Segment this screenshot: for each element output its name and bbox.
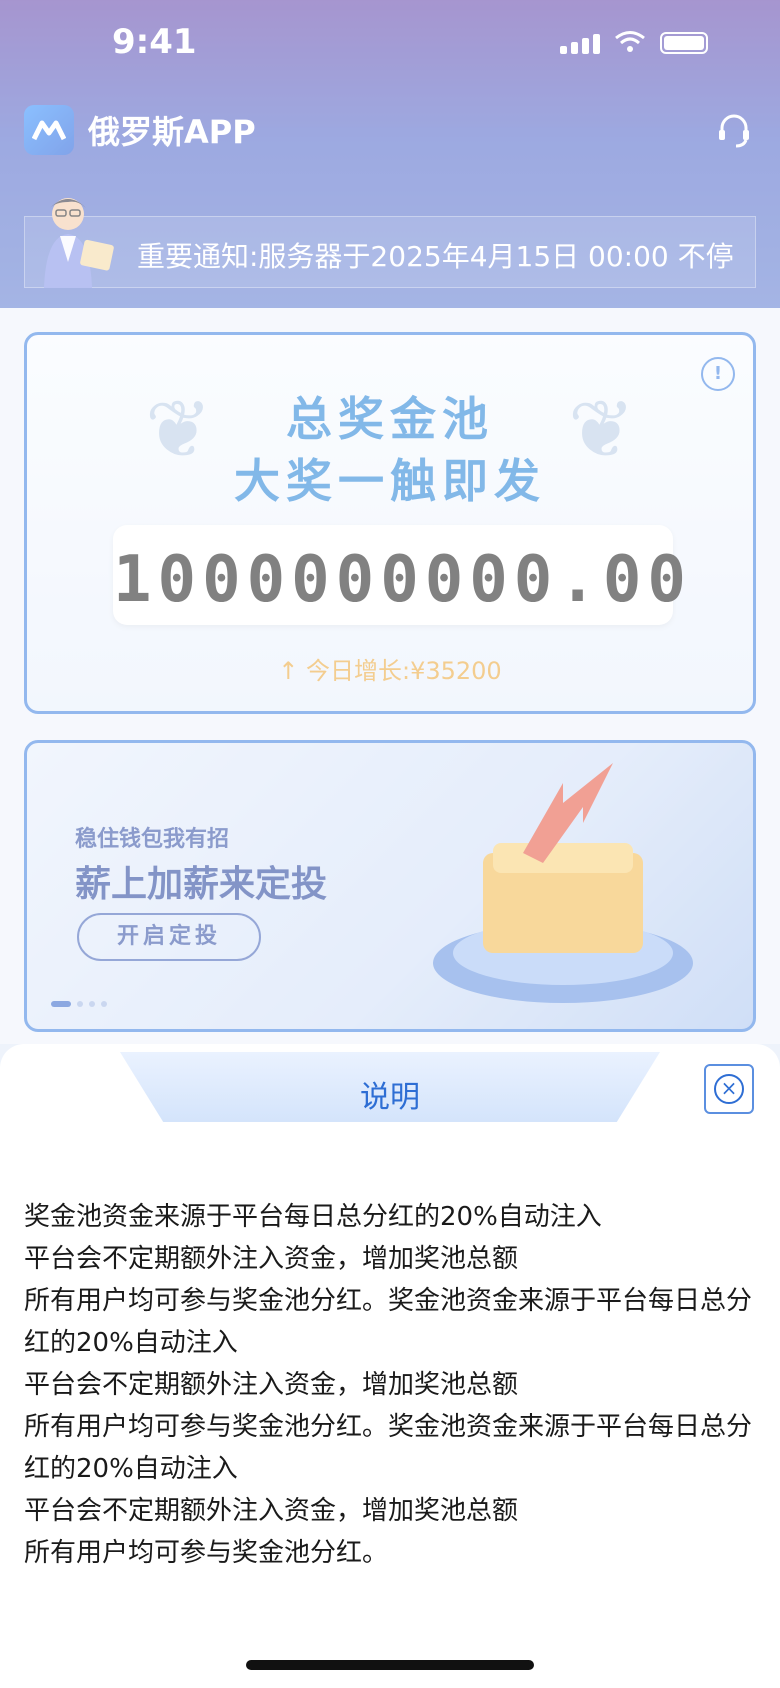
modal-backdrop[interactable] xyxy=(0,0,780,1044)
description-text: 奖金池资金来源于平台每日总分红的20%自动注入 平台会不定期额外注入资金，增加奖… xyxy=(24,1196,756,1574)
description-line: 平台会不定期额外注入资金，增加奖池总额 xyxy=(24,1370,519,1400)
description-line: 奖金池资金来源于平台每日总分红的20%自动注入 xyxy=(24,1202,602,1232)
description-line: 所有用户均可参与奖金池分红。奖金池资金来源于平台每日总分红的20%自动注入 xyxy=(24,1286,753,1358)
description-sheet: 说明 × 奖金池资金来源于平台每日总分红的20%自动注入 平台会不定期额外注入资… xyxy=(0,1044,780,1688)
close-icon: × xyxy=(714,1074,744,1104)
sheet-title: 说明 xyxy=(360,1080,420,1115)
close-button[interactable]: × xyxy=(704,1064,754,1114)
description-line: 所有用户均可参与奖金池分红。 xyxy=(24,1538,389,1568)
description-line: 所有用户均可参与奖金池分红。奖金池资金来源于平台每日总分红的20%自动注入 xyxy=(24,1412,753,1484)
description-line: 平台会不定期额外注入资金，增加奖池总额 xyxy=(24,1244,519,1274)
home-indicator[interactable] xyxy=(246,1660,534,1670)
description-line: 平台会不定期额外注入资金，增加奖池总额 xyxy=(24,1496,519,1526)
